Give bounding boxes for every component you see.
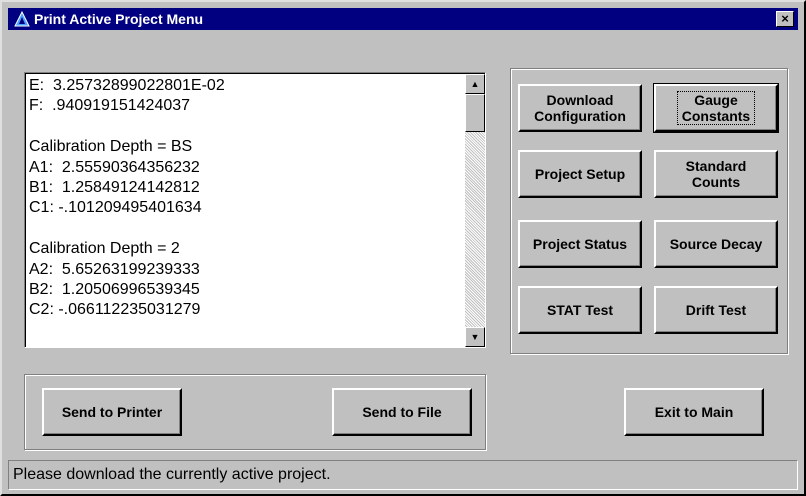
scrollbar-thumb[interactable]	[465, 94, 485, 132]
close-button[interactable]: ×	[776, 11, 794, 27]
send-to-file-button[interactable]: Send to File	[332, 388, 472, 436]
exit-to-main-label: Exit to Main	[654, 404, 734, 420]
print-active-project-window: Print Active Project Menu × E: 3.2573289…	[0, 0, 806, 496]
exit-to-main-button[interactable]: Exit to Main	[624, 388, 764, 436]
list-item: A2: 5.65263199239333	[29, 260, 200, 278]
list-item: A1: 2.55590364356232	[29, 158, 200, 176]
gauge-constants-button[interactable]: Gauge Constants	[653, 83, 779, 133]
list-item	[29, 219, 459, 239]
list-item: Calibration Depth = BS	[29, 138, 193, 156]
send-to-printer-label: Send to Printer	[61, 404, 163, 420]
drift-test-label: Drift Test	[685, 302, 747, 318]
status-bar: Please download the currently active pro…	[8, 460, 798, 490]
list-item: F: .940919151424037	[29, 97, 191, 115]
project-status-button[interactable]: Project Status	[518, 220, 642, 268]
list-item: B2: 1.20506996539345	[29, 280, 200, 298]
project-setup-button[interactable]: Project Setup	[518, 150, 642, 198]
list-item: E: 3.25732899022801E-02	[29, 77, 225, 94]
standard-counts-button[interactable]: Standard Counts	[654, 150, 778, 198]
scroll-up-arrow-icon[interactable]: ▲	[465, 74, 485, 94]
source-decay-button[interactable]: Source Decay	[654, 220, 778, 268]
vertical-scrollbar[interactable]: ▲ ▼	[465, 74, 485, 347]
send-to-file-label: Send to File	[362, 404, 442, 420]
standard-counts-label: Standard Counts	[685, 158, 747, 190]
list-item: C2: -.066112235031279	[29, 301, 201, 319]
project-status-label: Project Status	[532, 236, 628, 252]
title-bar[interactable]: Print Active Project Menu ×	[8, 8, 798, 30]
drift-test-button[interactable]: Drift Test	[654, 286, 778, 334]
list-item: Calibration Depth = 2	[29, 240, 180, 258]
download-configuration-label: Download Configuration	[534, 92, 626, 124]
stat-test-label: STAT Test	[546, 302, 614, 318]
constants-listbox[interactable]: E: 3.25732899022801E-02 F: .940919151424…	[24, 72, 486, 348]
download-configuration-button[interactable]: Download Configuration	[518, 84, 642, 132]
gauge-constants-label: Gauge Constants	[676, 91, 756, 125]
list-item: C1: -.101209495401634	[29, 199, 202, 217]
app-logo-icon	[14, 11, 30, 27]
scroll-down-arrow-icon[interactable]: ▼	[465, 327, 485, 347]
window-title: Print Active Project Menu	[34, 11, 204, 27]
list-item	[29, 117, 459, 137]
constants-list: E: 3.25732899022801E-02 F: .940919151424…	[29, 76, 459, 321]
source-decay-label: Source Decay	[669, 236, 763, 252]
send-to-printer-button[interactable]: Send to Printer	[42, 388, 182, 436]
project-setup-label: Project Setup	[534, 166, 626, 182]
list-item: B1: 1.25849124142812	[29, 178, 200, 196]
stat-test-button[interactable]: STAT Test	[518, 286, 642, 334]
